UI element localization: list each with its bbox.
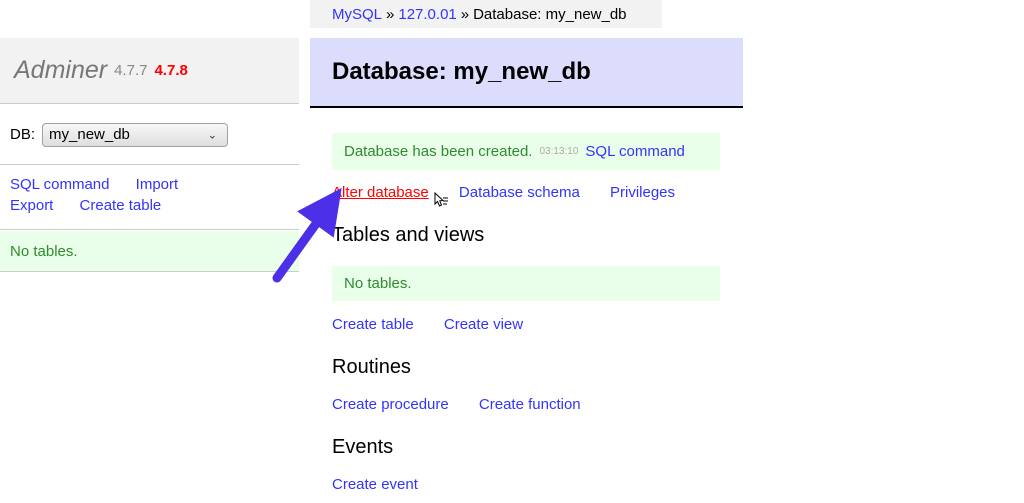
brand-header: Adminer 4.7.7 4.7.8 — [0, 38, 299, 104]
brand-name: Adminer — [14, 56, 107, 85]
db-label: DB: — [10, 126, 35, 143]
tables-actions: Create table Create view — [332, 316, 549, 333]
create-event-link[interactable]: Create event — [332, 476, 418, 493]
routines-actions: Create procedure Create function — [332, 396, 607, 413]
brand-new-version[interactable]: 4.7.8 — [154, 62, 187, 79]
section-title-tables: Tables and views — [332, 224, 484, 247]
page-title: Database: my_new_db — [332, 58, 591, 86]
status-message-sql-command-link[interactable]: SQL command — [585, 143, 685, 160]
database-actions: Alter database Database schema Privilege… — [332, 184, 752, 204]
database-schema-link[interactable]: Database schema — [459, 184, 580, 201]
section-title-routines: Routines — [332, 356, 411, 379]
breadcrumb: MySQL » 127.0.01 » Database: my_new_db — [310, 0, 662, 28]
status-message: Database has been created. 03:13:10 SQL … — [332, 133, 720, 170]
breadcrumb-separator-2: » — [461, 6, 469, 23]
privileges-link[interactable]: Privileges — [610, 184, 675, 201]
brand-version: 4.7.7 — [114, 62, 147, 79]
sidebar-item-sql-command[interactable]: SQL command — [10, 176, 110, 193]
breadcrumb-current: Database: my_new_db — [473, 6, 626, 23]
create-function-link[interactable]: Create function — [479, 396, 581, 413]
sidebar: Adminer 4.7.7 4.7.8 DB: my_new_db ⌄ SQL … — [0, 0, 300, 503]
breadcrumb-separator-1: » — [386, 6, 394, 23]
create-table-link[interactable]: Create table — [332, 316, 414, 333]
db-select[interactable]: my_new_db ⌄ — [42, 123, 228, 147]
breadcrumb-server-link[interactable]: MySQL — [332, 6, 382, 23]
page-header: Database: my_new_db — [310, 38, 743, 108]
status-message-timestamp: 03:13:10 — [539, 146, 578, 157]
sidebar-links: SQL command Import Export Create table — [0, 166, 299, 230]
chevron-down-icon: ⌄ — [208, 128, 217, 141]
tables-empty-message: No tables. — [332, 266, 720, 301]
sidebar-no-tables-message: No tables. — [0, 231, 299, 272]
sidebar-item-import[interactable]: Import — [136, 176, 179, 193]
breadcrumb-host-link[interactable]: 127.0.01 — [398, 6, 456, 23]
status-message-text: Database has been created. — [344, 143, 532, 160]
events-actions: Create event — [332, 476, 444, 493]
section-title-events: Events — [332, 436, 393, 459]
sidebar-item-export[interactable]: Export — [10, 197, 53, 214]
sidebar-item-create-table[interactable]: Create table — [80, 197, 162, 214]
create-view-link[interactable]: Create view — [444, 316, 523, 333]
db-select-value: my_new_db — [49, 126, 130, 143]
alter-database-link[interactable]: Alter database — [332, 184, 429, 201]
create-procedure-link[interactable]: Create procedure — [332, 396, 449, 413]
db-selector-row: DB: my_new_db ⌄ — [0, 105, 299, 165]
